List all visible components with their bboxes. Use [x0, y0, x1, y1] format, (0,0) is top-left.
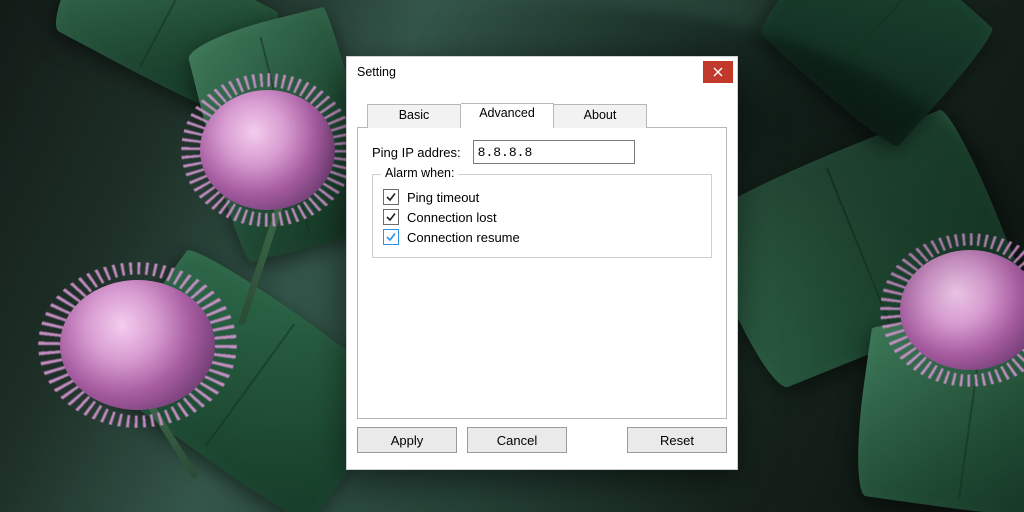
desktop-wallpaper: Setting Basic Advanced About Ping IP add…: [0, 0, 1024, 512]
titlebar: Setting: [347, 57, 737, 87]
tab-label: Basic: [399, 108, 430, 122]
apply-button[interactable]: Apply: [357, 427, 457, 453]
check-connection-resume[interactable]: Connection resume: [383, 229, 701, 245]
button-label: Apply: [391, 433, 424, 448]
ping-ip-label: Ping IP addres:: [372, 145, 461, 160]
window-title: Setting: [357, 65, 396, 79]
tab-advanced[interactable]: Advanced: [461, 103, 554, 128]
close-button[interactable]: [703, 61, 733, 83]
alarm-groupbox: Alarm when: Ping timeout Connection lost…: [372, 174, 712, 258]
tab-page-advanced: Ping IP addres: Alarm when: Ping timeout…: [357, 127, 727, 419]
settings-dialog: Setting Basic Advanced About Ping IP add…: [346, 56, 738, 470]
button-label: Cancel: [497, 433, 537, 448]
cancel-button[interactable]: Cancel: [467, 427, 567, 453]
check-connection-lost[interactable]: Connection lost: [383, 209, 701, 225]
dialog-buttons: Apply Cancel Reset: [357, 427, 727, 457]
reset-button[interactable]: Reset: [627, 427, 727, 453]
tab-label: Advanced: [479, 106, 535, 120]
dialog-client: Basic Advanced About Ping IP addres: Ala…: [357, 103, 727, 459]
checkbox-icon: [383, 189, 399, 205]
check-ping-timeout[interactable]: Ping timeout: [383, 189, 701, 205]
ping-ip-input[interactable]: [473, 140, 635, 164]
tab-about[interactable]: About: [554, 104, 647, 128]
tab-strip: Basic Advanced About: [367, 103, 727, 127]
check-label: Connection resume: [407, 230, 520, 245]
alarm-group-label: Alarm when:: [381, 166, 458, 180]
button-label: Reset: [660, 433, 694, 448]
checkbox-icon: [383, 209, 399, 225]
tab-label: About: [584, 108, 617, 122]
tab-basic[interactable]: Basic: [367, 104, 461, 128]
checkbox-icon: [383, 229, 399, 245]
check-label: Connection lost: [407, 210, 497, 225]
close-icon: [713, 65, 723, 80]
check-label: Ping timeout: [407, 190, 479, 205]
